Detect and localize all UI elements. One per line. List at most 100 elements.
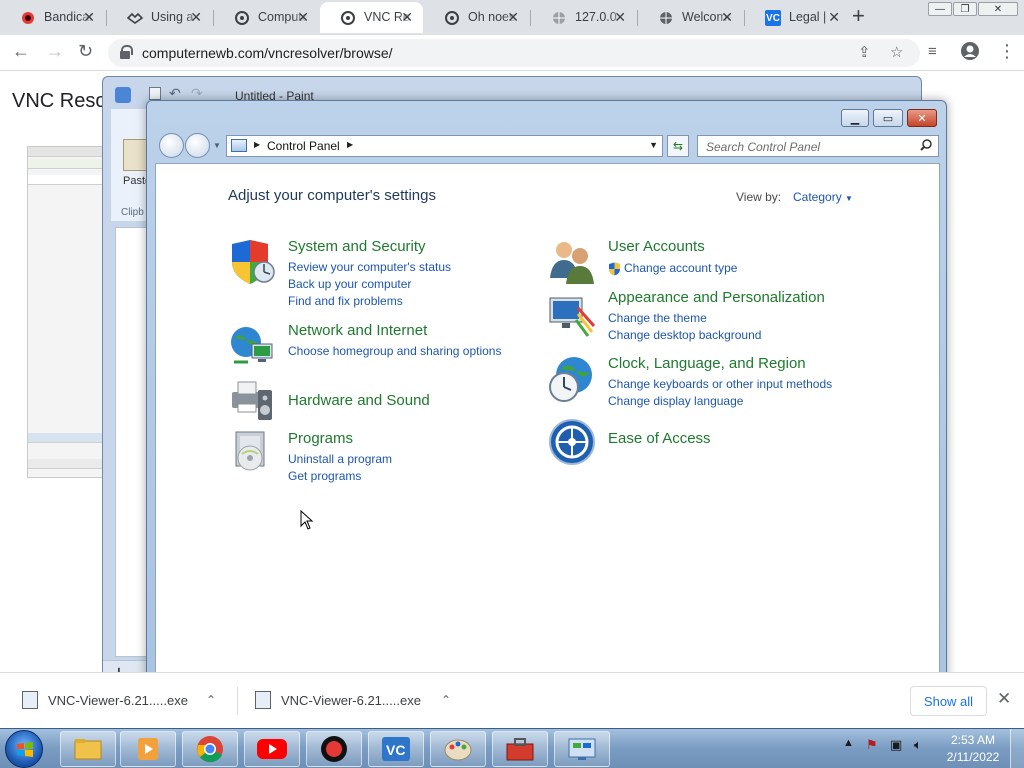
category-link[interactable]: Change display language bbox=[608, 394, 743, 408]
taskbar-chrome[interactable] bbox=[182, 731, 238, 767]
cp-close-button[interactable]: ✕ bbox=[907, 109, 937, 127]
browser-tab[interactable]: Using a ✕ bbox=[107, 2, 212, 33]
save-icon[interactable] bbox=[149, 87, 161, 100]
chevron-up-icon[interactable]: ⌃ bbox=[441, 693, 451, 707]
download-item[interactable]: VNC-Viewer-6.21.....exe ⌃ bbox=[22, 689, 222, 713]
restore-button[interactable]: ❐ bbox=[953, 2, 977, 16]
browser-tab[interactable]: Computer ✕ bbox=[214, 2, 319, 33]
back-arrow-icon[interactable]: ← bbox=[12, 41, 30, 62]
search-input[interactable]: Search Control Panel bbox=[697, 135, 939, 157]
volume-icon[interactable]: 🔈︎ bbox=[914, 737, 922, 753]
category-title[interactable]: System and Security bbox=[288, 238, 426, 255]
category-link[interactable]: Back up your computer bbox=[288, 277, 411, 291]
media-player-icon bbox=[138, 738, 158, 760]
clock-time[interactable]: 2:53 AM bbox=[950, 733, 996, 747]
close-icon[interactable]: ✕ bbox=[190, 9, 202, 26]
control-panel-icon bbox=[568, 738, 596, 760]
close-icon[interactable]: ✕ bbox=[828, 9, 840, 26]
close-window-button[interactable]: ✕ bbox=[978, 2, 1018, 16]
close-icon[interactable]: ✕ bbox=[83, 9, 95, 26]
thumbnail-tabs bbox=[28, 175, 104, 185]
forward-arrow-icon[interactable]: → bbox=[46, 41, 64, 62]
category-link[interactable]: Review your computer's status bbox=[288, 260, 451, 274]
menu-kebab-icon[interactable]: ⋮ bbox=[998, 41, 1016, 62]
breadcrumb[interactable]: Control Panel bbox=[267, 139, 340, 153]
record-icon bbox=[20, 10, 36, 26]
taskbar-media-player[interactable] bbox=[120, 731, 176, 767]
forward-button[interactable] bbox=[185, 133, 210, 158]
category-link[interactable]: Change account type bbox=[624, 261, 737, 275]
close-icon[interactable]: ✕ bbox=[997, 689, 1011, 709]
breadcrumb-arrow-icon[interactable]: ▶ bbox=[254, 140, 260, 149]
category-title[interactable]: User Accounts bbox=[608, 238, 705, 255]
chevron-up-icon[interactable]: ⌃ bbox=[206, 693, 216, 707]
category-title[interactable]: Network and Internet bbox=[288, 322, 427, 339]
vnc-thumbnail[interactable] bbox=[27, 146, 105, 478]
search-icon[interactable] bbox=[920, 139, 932, 154]
taskbar-bandicam[interactable] bbox=[306, 731, 362, 767]
thumbnail-toolbar bbox=[28, 159, 104, 169]
category-link[interactable]: Uninstall a program bbox=[288, 452, 392, 466]
tray-expand-icon[interactable]: ▲ bbox=[843, 737, 854, 749]
category-link[interactable]: Change the theme bbox=[608, 311, 707, 325]
taskbar-vnc-viewer[interactable]: VC bbox=[368, 731, 424, 767]
category-title[interactable]: Clock, Language, and Region bbox=[608, 355, 806, 372]
taskbar-toolbox[interactable] bbox=[492, 731, 548, 767]
browser-tab[interactable]: Oh noes ✕ bbox=[424, 2, 529, 33]
category-title[interactable]: Programs bbox=[288, 430, 353, 447]
cp-address-bar[interactable]: ▶ Control Panel ▶ ▼ bbox=[226, 135, 663, 157]
cp-maximize-button[interactable]: ▭ bbox=[873, 109, 903, 127]
close-icon[interactable]: ✕ bbox=[614, 9, 626, 26]
taskbar-paint[interactable] bbox=[430, 731, 486, 767]
download-item[interactable]: VNC-Viewer-6.21.....exe ⌃ bbox=[255, 689, 455, 713]
action-center-flag-icon[interactable]: ⚑ bbox=[866, 737, 878, 753]
star-icon[interactable]: ☆ bbox=[890, 43, 903, 61]
browser-tab[interactable]: Bandicam ✕ bbox=[0, 2, 105, 33]
close-icon[interactable]: ✕ bbox=[507, 9, 519, 26]
browser-tab[interactable]: 127.0.0 ✕ bbox=[531, 2, 636, 33]
close-icon[interactable]: ✕ bbox=[401, 9, 413, 26]
category-title[interactable]: Ease of Access bbox=[608, 430, 711, 447]
printer-speaker-icon bbox=[232, 381, 272, 420]
cp-minimize-button[interactable]: ▁ bbox=[841, 109, 869, 127]
reload-icon[interactable]: ↻ bbox=[78, 41, 93, 62]
category-title[interactable]: Hardware and Sound bbox=[288, 392, 430, 409]
clock-date[interactable]: 2/11/2022 bbox=[946, 750, 1000, 764]
thumbnail-footer bbox=[28, 459, 104, 469]
close-icon[interactable]: ✕ bbox=[721, 9, 733, 26]
reading-list-icon[interactable]: ≡ bbox=[928, 43, 937, 60]
recent-pages-chevron-icon[interactable]: ▼ bbox=[213, 141, 221, 150]
profile-icon[interactable] bbox=[960, 41, 980, 66]
chevron-down-icon[interactable]: ▼ bbox=[649, 140, 658, 150]
clipboard-group-label: Clipb bbox=[121, 207, 144, 218]
share-icon[interactable]: ⇪ bbox=[858, 43, 871, 61]
category-link[interactable]: Change keyboards or other input methods bbox=[608, 377, 832, 391]
address-bar[interactable]: computernewb.com/vncresolver/browse/ ⇪ ☆ bbox=[108, 39, 920, 67]
breadcrumb-arrow-icon[interactable]: ▶ bbox=[347, 140, 353, 149]
minimize-button[interactable]: — bbox=[928, 2, 952, 16]
taskbar-youtube[interactable] bbox=[244, 731, 300, 767]
network-icon[interactable]: ▣ bbox=[890, 737, 902, 753]
view-by-dropdown[interactable]: Category ▼ bbox=[793, 190, 853, 204]
show-all-button[interactable]: Show all bbox=[910, 686, 987, 716]
taskbar-control-panel[interactable] bbox=[554, 731, 610, 767]
start-button[interactable] bbox=[5, 730, 43, 768]
taskbar-explorer[interactable] bbox=[60, 731, 116, 767]
new-tab-button[interactable]: + bbox=[852, 5, 865, 27]
show-desktop-button[interactable] bbox=[1010, 729, 1024, 768]
browser-tab[interactable]: VC Legal | ✕ bbox=[745, 2, 850, 33]
paint-app-icon bbox=[115, 87, 131, 103]
close-icon[interactable]: ✕ bbox=[297, 9, 309, 26]
category-title[interactable]: Appearance and Personalization bbox=[608, 289, 825, 306]
category-link[interactable]: Change desktop background bbox=[608, 328, 761, 342]
back-button[interactable] bbox=[159, 133, 184, 158]
refresh-button[interactable]: ⇆ bbox=[667, 135, 689, 157]
control-panel-window[interactable]: ▁ ▭ ✕ ▼ ▶ Control Panel ▶ ▼ ⇆ Search Con… bbox=[146, 100, 947, 698]
browser-tab-active[interactable]: VNC Re ✕ bbox=[320, 2, 423, 33]
category-link[interactable]: Choose homegroup and sharing options bbox=[288, 344, 501, 358]
browser-tab[interactable]: Welcome ✕ bbox=[638, 2, 743, 33]
category-link[interactable]: Find and fix problems bbox=[288, 294, 403, 308]
vnc-logo-icon bbox=[234, 10, 250, 26]
category-link[interactable]: Get programs bbox=[288, 469, 361, 483]
cp-content-area: Adjust your computer's settings View by:… bbox=[155, 163, 940, 693]
